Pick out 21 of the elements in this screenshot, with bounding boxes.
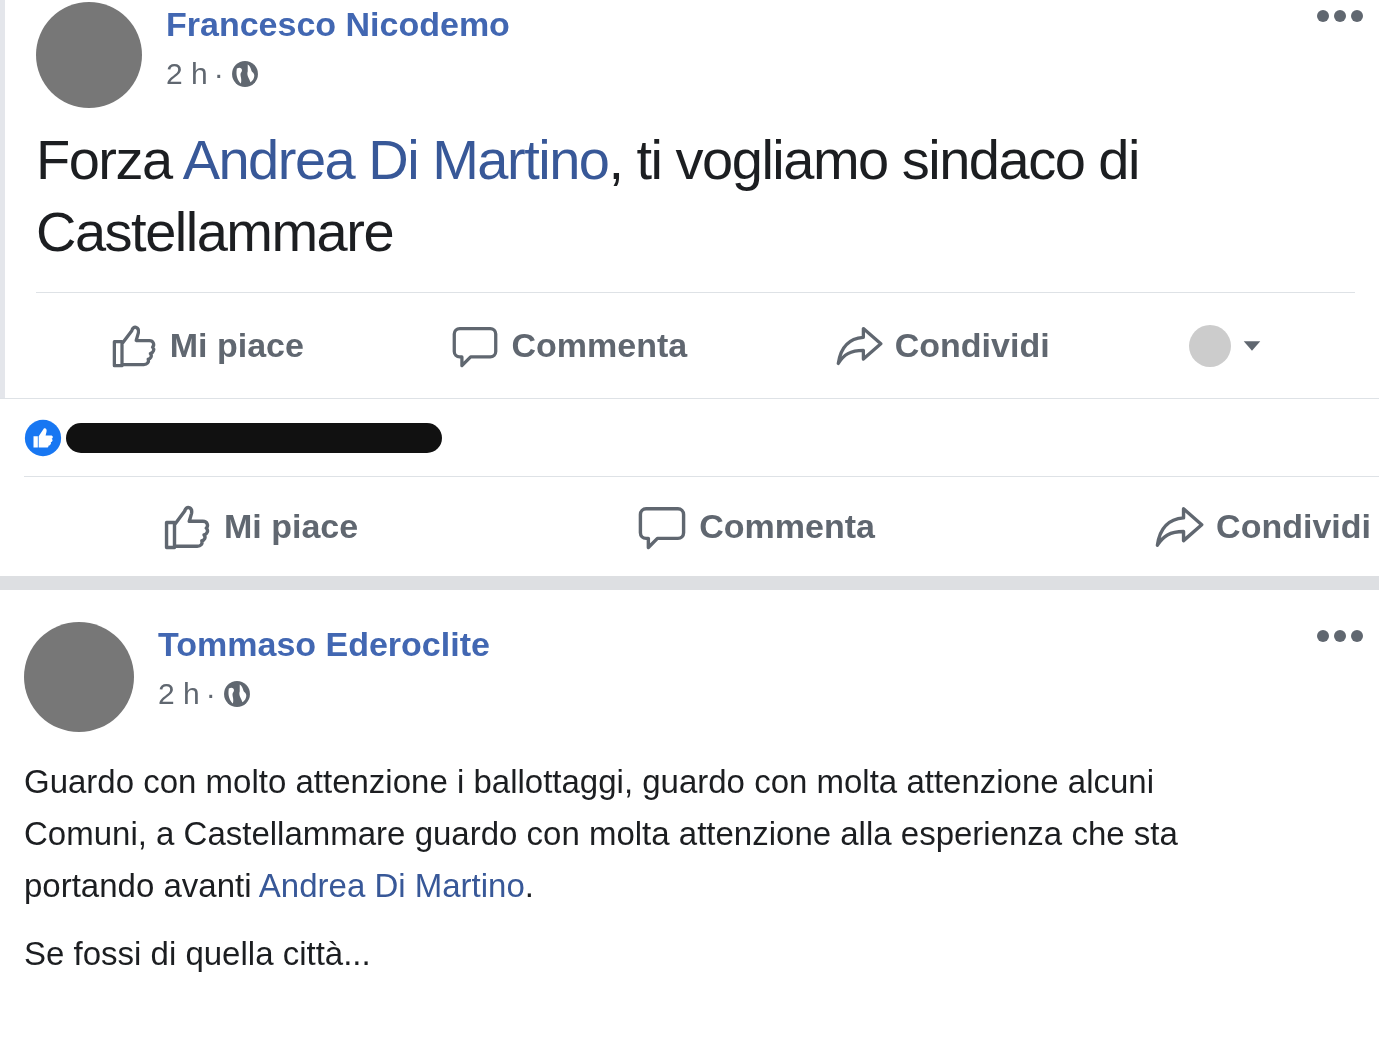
separator-dot: ·: [205, 676, 216, 713]
like-reaction-icon: [24, 418, 62, 457]
like-button[interactable]: Mi piace: [154, 497, 367, 556]
post-time[interactable]: 2 h: [158, 671, 200, 717]
share-button[interactable]: Condividi: [1146, 497, 1379, 556]
like-button[interactable]: Mi piace: [101, 316, 312, 375]
post-paragraph: Guardo con molto attenzione i ballottaggi, guardo con molta attenzione alcuni Comuni, a Castellammare guardo con molta attenzione alla esperienza che sta portando avanti Andrea Di Martino.: [24, 762, 1179, 906]
more-options-icon[interactable]: [1317, 10, 1363, 22]
separator-dot: ·: [213, 56, 224, 93]
post-time[interactable]: 2 h: [166, 51, 208, 97]
author-name[interactable]: Tommaso Ederoclite: [158, 626, 1293, 664]
more-options-icon[interactable]: [1317, 630, 1363, 642]
avatar-photo-placeholder: [1189, 324, 1232, 367]
comment-button[interactable]: Commenta: [629, 497, 883, 556]
globe-icon: [221, 678, 252, 709]
post-text: Forza Andrea Di Martino, ti vogliamo sindaco di Castellammare: [36, 127, 1140, 265]
post-paragraph: Se fossi di quella città...: [24, 934, 372, 974]
share-button[interactable]: Condividi: [826, 316, 1058, 375]
globe-icon: [229, 58, 260, 89]
comment-button[interactable]: Commenta: [443, 316, 696, 375]
author-name[interactable]: Francesco Nicodemo: [166, 6, 1293, 44]
